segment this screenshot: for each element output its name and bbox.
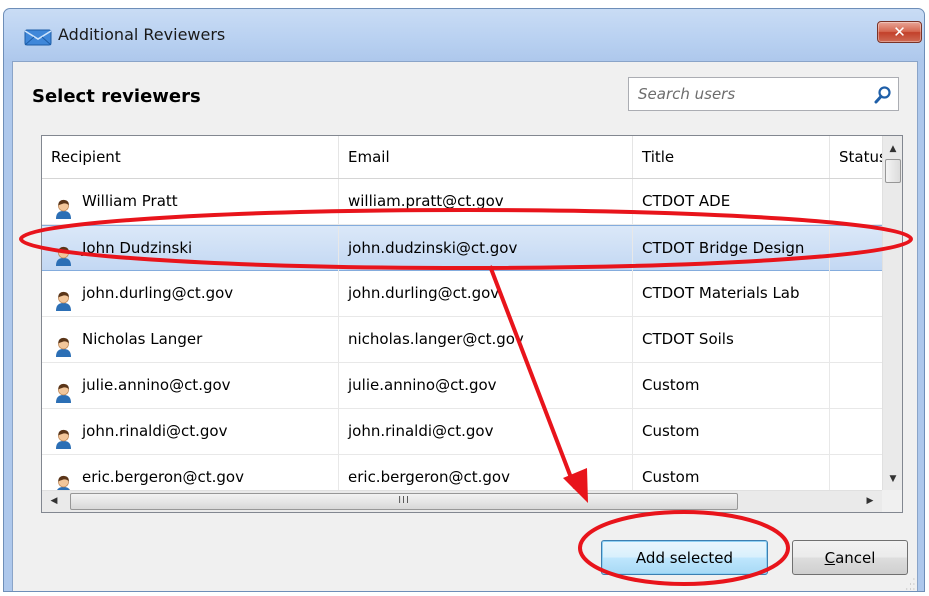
title-cell: CTDOT Bridge Design — [633, 226, 830, 271]
user-icon — [53, 422, 74, 449]
email-cell: john.rinaldi@ct.gov — [339, 409, 633, 454]
title-text: CTDOT ADE — [642, 192, 731, 210]
user-icon — [53, 192, 74, 219]
title-text: CTDOT Soils — [642, 330, 734, 348]
email-text: eric.bergeron@ct.gov — [348, 468, 510, 486]
recipient-cell: john.rinaldi@ct.gov — [42, 409, 339, 454]
status-cell — [830, 409, 882, 454]
user-icon — [53, 376, 74, 403]
recipient-text: john.durling@ct.gov — [82, 284, 234, 302]
status-cell — [830, 226, 882, 271]
email-text: john.dudzinski@ct.gov — [348, 239, 518, 257]
vertical-scroll-thumb[interactable] — [885, 159, 901, 183]
status-cell — [830, 317, 882, 362]
table-row[interactable]: John Dudzinski john.dudzinski@ct.gov CTDOT… — [42, 225, 882, 271]
recipient-cell: John Dudzinski — [42, 226, 339, 271]
reviewers-table[interactable]: Recipient Email Title Status William Pra… — [41, 135, 903, 513]
title-cell: CTDOT Soils — [633, 317, 830, 362]
user-icon — [53, 468, 74, 495]
column-header-status[interactable]: Status — [830, 136, 882, 178]
email-cell: john.dudzinski@ct.gov — [339, 226, 633, 271]
user-icon — [53, 239, 74, 266]
title-cell: Custom — [633, 409, 830, 454]
recipient-text: Nicholas Langer — [82, 330, 203, 348]
status-cell — [830, 271, 882, 316]
recipient-text: julie.annino@ct.gov — [82, 376, 231, 394]
title-cell: CTDOT ADE — [633, 179, 830, 224]
add-selected-button[interactable]: Add selected — [601, 540, 768, 575]
title-cell: CTDOT Materials Lab — [633, 271, 830, 316]
column-header-title[interactable]: Title — [633, 136, 830, 178]
email-cell: julie.annino@ct.gov — [339, 363, 633, 408]
recipient-text: John Dudzinski — [82, 239, 193, 257]
email-text: john.rinaldi@ct.gov — [348, 422, 494, 440]
title-text: CTDOT Bridge Design — [642, 239, 805, 257]
recipient-cell: Nicholas Langer — [42, 317, 339, 362]
recipient-cell: William Pratt — [42, 179, 339, 224]
title-text: Custom — [642, 376, 700, 394]
recipient-text: William Pratt — [82, 192, 178, 210]
scroll-down-icon[interactable]: ▼ — [883, 470, 902, 488]
table-row[interactable]: john.durling@ct.gov john.durling@ct.gov CT… — [42, 271, 882, 317]
status-cell — [830, 363, 882, 408]
status-cell — [830, 179, 882, 224]
scroll-grip: III — [398, 495, 410, 506]
title-text: CTDOT Materials Lab — [642, 284, 800, 302]
scroll-corner — [882, 490, 902, 512]
search-icon[interactable] — [873, 85, 893, 105]
column-header-email[interactable]: Email — [339, 136, 633, 178]
close-button[interactable]: ✕ — [877, 21, 922, 43]
scroll-up-icon[interactable]: ▲ — [883, 140, 902, 158]
table-row[interactable]: john.rinaldi@ct.gov john.rinaldi@ct.gov Cu… — [42, 409, 882, 455]
recipient-text: eric.bergeron@ct.gov — [82, 468, 244, 486]
email-cell: john.durling@ct.gov — [339, 271, 633, 316]
title-text: Custom — [642, 468, 700, 486]
add-selected-label: Add selected — [635, 548, 734, 567]
recipient-cell: john.durling@ct.gov — [42, 271, 339, 316]
recipient-cell: julie.annino@ct.gov — [42, 363, 339, 408]
cancel-button[interactable]: Cancel — [792, 540, 908, 575]
recipient-text: john.rinaldi@ct.gov — [82, 422, 228, 440]
dialog-heading: Select reviewers — [32, 86, 201, 107]
table-header: Recipient Email Title Status — [42, 136, 882, 179]
table-row[interactable]: William Pratt william.pratt@ct.gov CTDOT A… — [42, 179, 882, 225]
user-icon — [53, 284, 74, 311]
scroll-right-icon[interactable]: ▶ — [860, 491, 880, 511]
email-text: julie.annino@ct.gov — [348, 376, 497, 394]
table-row[interactable]: julie.annino@ct.gov julie.annino@ct.gov Cu… — [42, 363, 882, 409]
email-cell: william.pratt@ct.gov — [339, 179, 633, 224]
title-text: Custom — [642, 422, 700, 440]
resize-grip-icon[interactable]: · ·· ··· — [902, 576, 916, 592]
column-header-recipient[interactable]: Recipient — [42, 136, 339, 178]
dialog-body: Select reviewers Recipient Email Title S… — [12, 61, 918, 592]
user-icon — [53, 330, 74, 357]
scroll-left-icon[interactable]: ◀ — [44, 491, 64, 511]
horizontal-scroll-thumb[interactable]: III — [70, 493, 738, 510]
search-input[interactable] — [629, 78, 859, 110]
title-cell: Custom — [633, 363, 830, 408]
table-row[interactable]: Nicholas Langer nicholas.langer@ct.gov CTD… — [42, 317, 882, 363]
envelope-icon — [24, 29, 52, 46]
window-title: Additional Reviewers — [58, 25, 226, 44]
title-bar[interactable]: Additional Reviewers ✕ — [4, 9, 924, 61]
email-text: john.durling@ct.gov — [348, 284, 500, 302]
email-text: william.pratt@ct.gov — [348, 192, 504, 210]
horizontal-scrollbar[interactable]: ◀ III ▶ — [42, 490, 882, 512]
email-cell: nicholas.langer@ct.gov — [339, 317, 633, 362]
close-icon: ✕ — [893, 23, 906, 41]
search-box[interactable] — [628, 77, 899, 111]
cancel-label: Cancel — [824, 548, 876, 567]
vertical-scrollbar[interactable]: ▲ ▼ — [882, 136, 902, 490]
email-text: nicholas.langer@ct.gov — [348, 330, 524, 348]
dialog-window: Additional Reviewers ✕ Select reviewers … — [3, 8, 925, 592]
